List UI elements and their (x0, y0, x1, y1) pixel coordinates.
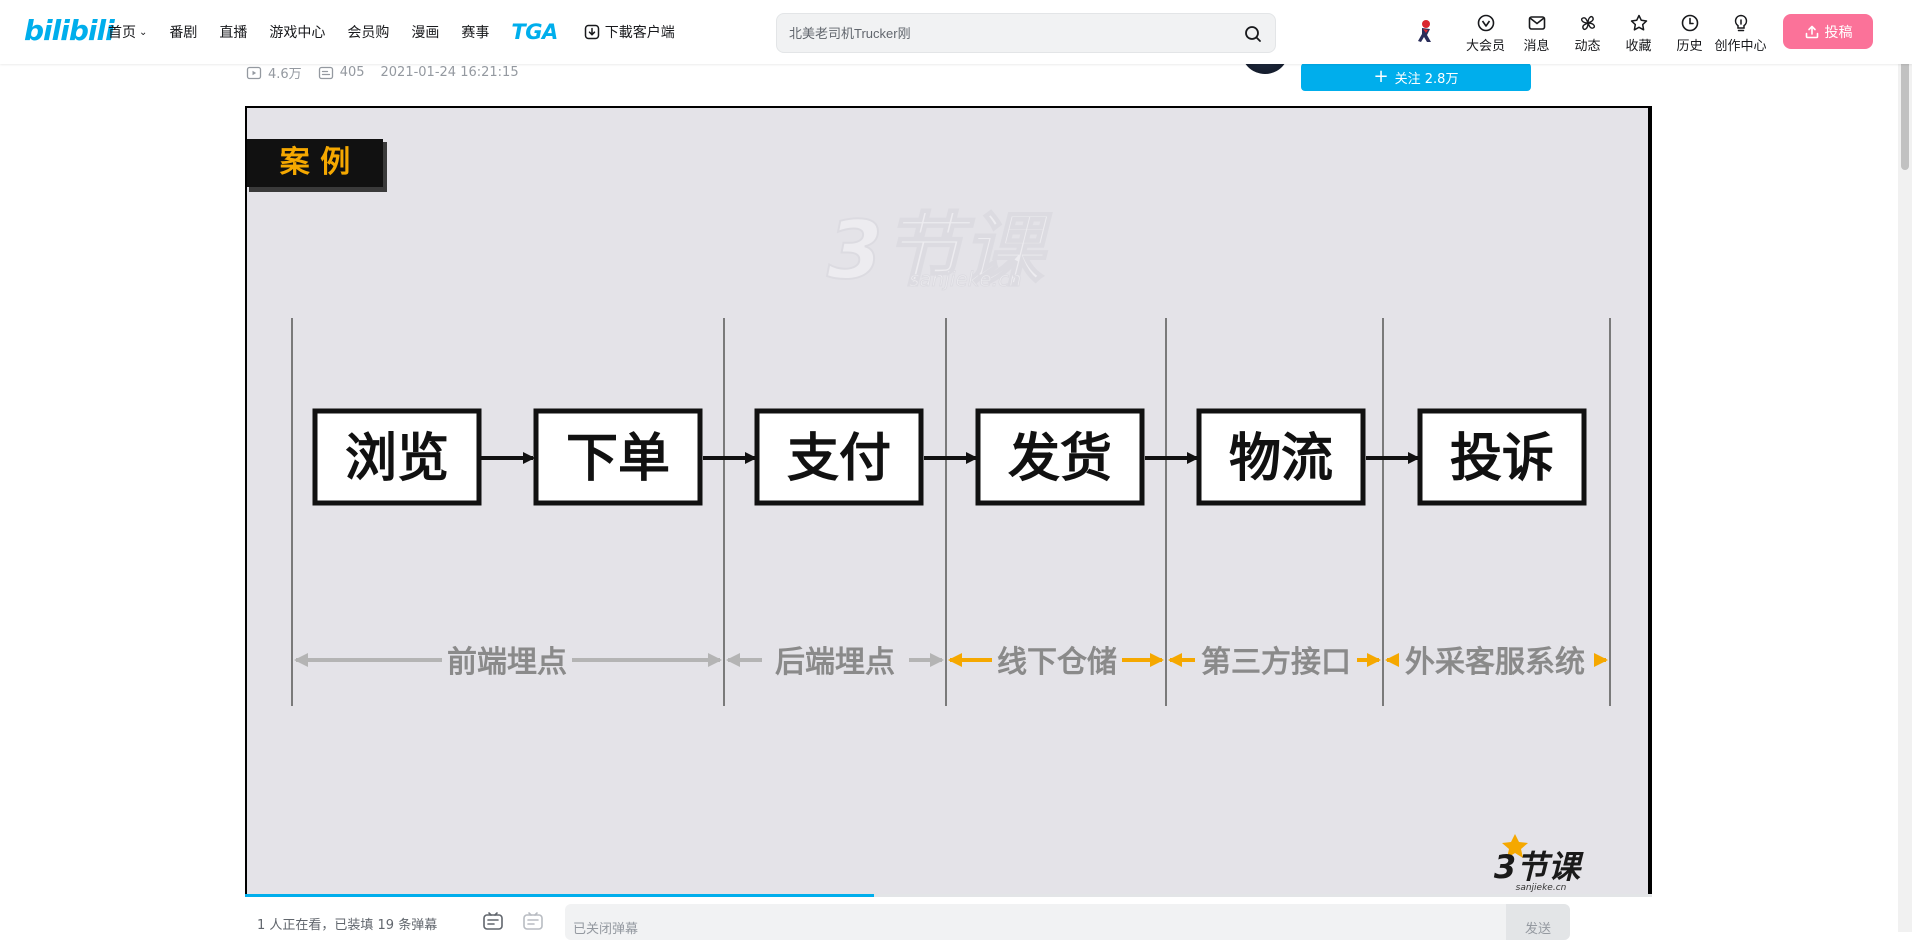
nav-home-label: 首页 (108, 25, 136, 41)
danmaku-settings-icon[interactable] (521, 910, 545, 934)
search-input[interactable] (789, 22, 1229, 44)
watermark-en: sanjieke.cn (909, 267, 1022, 291)
video-meta: 4.6万 405 2021-01-24 16:21:15 (246, 63, 535, 82)
clock-icon (1681, 14, 1698, 32)
sanjieke-watermark: 3节课 sanjieke.cn (826, 203, 1053, 298)
progress-bar[interactable] (245, 894, 1652, 897)
progress-fill (245, 894, 874, 897)
view-count-value: 4.6万 (268, 67, 302, 82)
case-tag: 案 例 (247, 139, 387, 192)
top-header: bilibili 首页 ⌄ 番剧 直播 游戏中心 会员购 漫画 赛事 TGA 下載… (0, 0, 1912, 64)
nav-game-center[interactable]: 游戏中心 (269, 22, 325, 42)
upload-button[interactable]: 投稿 (1783, 14, 1873, 49)
history-label: 历史 (1676, 39, 1703, 54)
avatar-icon (1418, 20, 1431, 42)
send-danmaku-button[interactable]: 发送 (1506, 904, 1570, 940)
segment-backend: 后端埋点 (775, 645, 895, 680)
message-icon (1528, 16, 1545, 30)
segment-third-party: 第三方接口 (1201, 645, 1351, 680)
dynamic-label: 动态 (1574, 39, 1601, 54)
nav-esports[interactable]: 赛事 (461, 22, 489, 42)
plus-icon: + (1373, 66, 1389, 87)
nav-live[interactable]: 直播 (219, 22, 247, 42)
segment-frontend: 前端埋点 (447, 645, 567, 680)
slide-canvas: 3节课 sanjieke.cn 案 例 浏览 下单 支付 发货 物流 投诉 前端… (247, 139, 1611, 893)
follow-button[interactable]: + 关注 2.8万 (1301, 63, 1531, 91)
vip-label: 大会员 (1465, 39, 1505, 54)
tga-link[interactable]: TGA (511, 20, 558, 44)
main-nav: 首页 ⌄ 番剧 直播 游戏中心 会员购 漫画 赛事 TGA 下載客户端 (108, 0, 697, 64)
nav-home[interactable]: 首页 ⌄ (108, 22, 147, 42)
danmaku-input[interactable]: 已关闭弹幕 发送 (565, 904, 1570, 940)
segment-warehouse: 线下仓储 (997, 645, 1117, 680)
vip-icon (1477, 14, 1494, 32)
header-dynamic[interactable]: 动态 (1562, 8, 1613, 54)
play-count-icon (246, 66, 262, 79)
step-complaint: 投诉 (1450, 429, 1554, 489)
dynamic-icon (1580, 15, 1595, 31)
download-label: 下載客户端 (604, 25, 675, 41)
segment-outsourced-cs: 外采客服系统 (1405, 645, 1585, 680)
case-tag-label: 案 例 (280, 145, 350, 180)
step-order: 下单 (566, 429, 670, 489)
header-right-group: 大会员 消息 动态 收藏 历史 创作中心 (1412, 8, 1767, 58)
bulb-icon (1734, 14, 1747, 32)
publish-date: 2021-01-24 16:21:15 (380, 65, 519, 80)
header-favorites[interactable]: 收藏 (1613, 8, 1664, 54)
search-icon[interactable] (1243, 24, 1263, 44)
header-creator-center[interactable]: 创作中心 (1714, 8, 1767, 54)
view-count: 4.6万 (246, 63, 302, 82)
upload-icon (1805, 25, 1818, 38)
corner-logo: 3节课 sanjieke.cn (1494, 834, 1584, 893)
bilibili-logo[interactable]: bilibili (24, 14, 115, 47)
corner-logo-sub: sanjieke.cn (1516, 883, 1567, 893)
chevron-down-icon: ⌄ (139, 26, 148, 38)
danmaku-toggle-icon[interactable] (481, 910, 505, 934)
creator-center-label: 创作中心 (1714, 39, 1767, 54)
messages-label: 消息 (1523, 39, 1550, 54)
step-pay: 支付 (787, 429, 891, 489)
video-player[interactable]: 3节课 sanjieke.cn 案 例 浏览 下单 支付 发货 物流 投诉 前端… (245, 106, 1652, 896)
header-vip[interactable]: 大会员 (1460, 8, 1511, 54)
nav-vip-shop[interactable]: 会员购 (347, 22, 389, 42)
header-messages[interactable]: 消息 (1511, 8, 1562, 54)
step-browse: 浏览 (345, 429, 449, 489)
header-history[interactable]: 历史 (1664, 8, 1715, 54)
page-scrollbar[interactable] (1898, 0, 1912, 932)
step-logistics: 物流 (1229, 429, 1333, 489)
nav-anime[interactable]: 番剧 (169, 22, 197, 42)
danmaku-count-icon (318, 66, 333, 79)
search-box (776, 13, 1276, 53)
video-frame[interactable]: 3节课 sanjieke.cn 案 例 浏览 下单 支付 发货 物流 投诉 前端… (247, 108, 1648, 896)
favorites-label: 收藏 (1625, 39, 1652, 54)
download-client-link[interactable]: 下載客户端 (584, 22, 675, 42)
danmaku-bar: 1 人正在看，已装填 19 条弹幕 已关闭弹幕 发送 (245, 898, 1652, 940)
user-avatar[interactable] (1412, 18, 1438, 44)
follow-label: 关注 2.8万 (1394, 71, 1459, 87)
nav-manga[interactable]: 漫画 (411, 22, 439, 42)
step-ship: 发货 (1008, 429, 1112, 489)
danmaku-count: 405 (318, 65, 365, 81)
upload-label: 投稿 (1824, 24, 1853, 41)
viewer-count: 1 人正在看，已装填 19 条弹幕 (257, 918, 438, 933)
star-icon (1630, 14, 1647, 31)
danmaku-input-placeholder: 已关闭弹幕 (573, 922, 639, 937)
corner-logo-text: 3节课 (1494, 848, 1584, 886)
download-icon (584, 24, 599, 40)
danmaku-count-value: 405 (339, 65, 365, 80)
